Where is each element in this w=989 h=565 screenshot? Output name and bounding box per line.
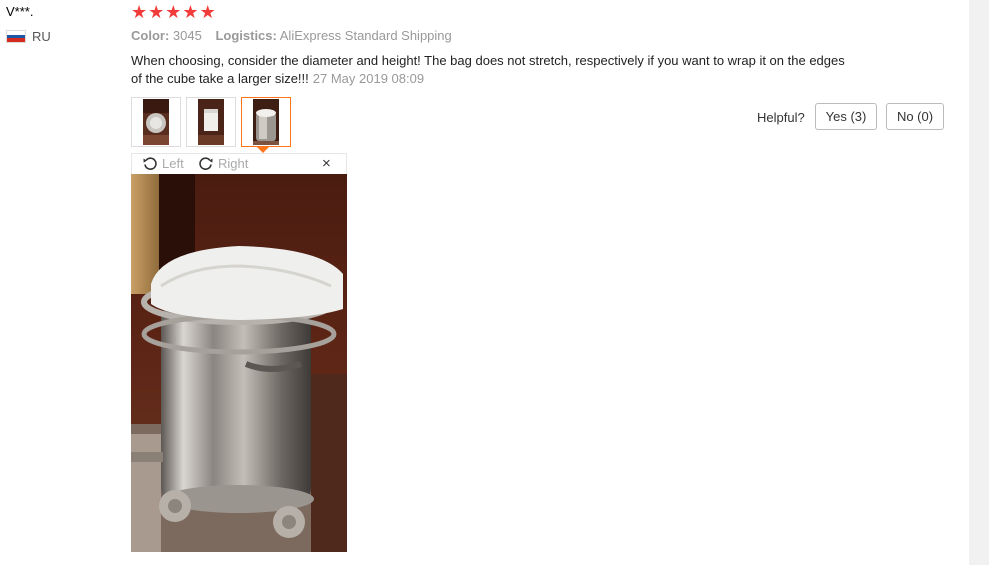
- rotate-right-label: Right: [218, 155, 249, 171]
- rotate-left-label: Left: [162, 155, 184, 171]
- star-icon: ★: [182, 2, 199, 22]
- logistics-value: AliExpress Standard Shipping: [279, 28, 452, 43]
- review-text: When choosing, consider the diameter and…: [131, 53, 845, 86]
- order-meta: Color: 3045 Logistics: AliExpress Standa…: [131, 28, 452, 43]
- rotate-right-icon: [199, 157, 213, 170]
- country-code: RU: [32, 29, 51, 44]
- rotate-left-icon: [143, 157, 157, 170]
- active-thumbnail-caret-icon: [256, 146, 270, 153]
- scrollbar-track[interactable]: [969, 0, 989, 565]
- reviewer-name: V***.: [6, 4, 34, 19]
- reviewer-country: RU: [6, 29, 51, 44]
- thumbnail-image: [253, 99, 279, 145]
- star-icon: ★: [131, 2, 148, 22]
- color-value: 3045: [172, 28, 202, 43]
- review-date: 27 May 2019 08:09: [312, 71, 425, 86]
- helpful-no-button[interactable]: No (0): [886, 103, 944, 130]
- enlarged-review-photo: [131, 174, 347, 552]
- thumbnail-image: [198, 99, 224, 145]
- review-thumbnails: [131, 97, 291, 147]
- review-thumbnail[interactable]: [131, 97, 181, 147]
- review-body: When choosing, consider the diameter and…: [131, 52, 851, 88]
- helpful-yes-button[interactable]: Yes (3): [815, 103, 877, 130]
- image-viewer-toolbar: Left Right ×: [131, 153, 347, 174]
- star-icon: ★: [199, 2, 216, 22]
- close-icon[interactable]: ×: [322, 155, 331, 172]
- color-label: Color:: [131, 28, 170, 43]
- thumbnail-image: [143, 99, 169, 145]
- review-thumbnail[interactable]: [186, 97, 236, 147]
- star-rating: ★ ★ ★ ★ ★: [131, 2, 216, 22]
- star-icon: ★: [165, 2, 182, 22]
- star-icon: ★: [148, 2, 165, 22]
- russia-flag-icon: [6, 30, 26, 43]
- rotate-left-button[interactable]: Left: [142, 155, 184, 171]
- helpful-label: Helpful?: [757, 110, 805, 125]
- rotate-right-button[interactable]: Right: [198, 155, 248, 171]
- review-thumbnail-active[interactable]: [241, 97, 291, 147]
- logistics-label: Logistics:: [215, 28, 277, 43]
